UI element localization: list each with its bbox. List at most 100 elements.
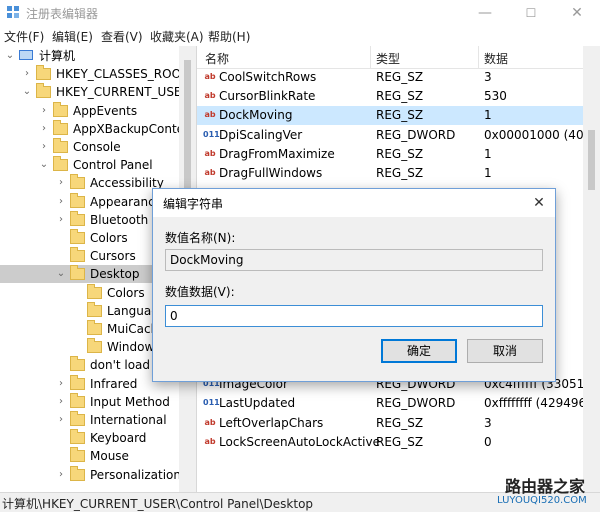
tree-node-label: Infrared — [90, 376, 138, 391]
tree-node[interactable]: › AppXBackupConter — [0, 119, 189, 138]
tree-node[interactable]: › HKEY_CLASSES_ROOT — [0, 65, 188, 83]
column-name-header[interactable]: 名称 — [205, 50, 229, 67]
tree-node-label: HKEY_CLASSES_ROOT — [56, 67, 189, 82]
column-divider[interactable] — [478, 46, 479, 68]
folder-icon — [70, 265, 85, 281]
tree-node[interactable]: Mouse — [0, 447, 179, 465]
value-name: LockScreenAutoLockActive — [219, 434, 380, 449]
column-data-header[interactable]: 数据 — [484, 50, 508, 67]
value-row[interactable]: ab DragFullWindows REG_SZ 1 — [197, 164, 583, 183]
value-type: REG_SZ — [376, 70, 424, 84]
string-value-icon: ab — [204, 110, 216, 120]
minimize-button[interactable]: — — [462, 0, 508, 26]
edit-string-dialog: 编辑字符串 ✕ 数值名称(N): DockMoving 数值数据(V): 0 确… — [152, 188, 556, 382]
column-divider[interactable] — [370, 46, 371, 68]
value-data: 0 — [484, 434, 492, 449]
tree-node[interactable]: ⌄ HKEY_CURRENT_USER — [0, 83, 190, 101]
tree-node-label: don't load — [90, 358, 151, 373]
list-scroll-thumb[interactable] — [588, 130, 595, 190]
value-name: LastUpdated — [219, 396, 296, 411]
tree-node[interactable]: › Input Method — [0, 392, 179, 411]
value-name: CursorBlinkRate — [219, 89, 316, 104]
tree-node-label: AppXBackupConter — [73, 121, 189, 136]
string-value-icon: ab — [204, 148, 216, 158]
folder-icon — [70, 229, 85, 244]
menu-help[interactable]: 帮助(H) — [208, 28, 250, 45]
dialog-body: 数值名称(N): DockMoving 数值数据(V): 0 确定 取消 — [153, 217, 555, 381]
value-data-input[interactable]: 0 — [165, 305, 543, 327]
tree-node-label: Cursors — [90, 249, 136, 264]
value-name: DpiScalingVer — [219, 127, 303, 142]
expand-chevron-icon[interactable]: › — [55, 211, 67, 229]
tree-node[interactable]: › Personalization — [0, 465, 181, 484]
list-scrollbar[interactable] — [583, 46, 600, 492]
expand-chevron-icon[interactable]: › — [55, 375, 67, 393]
tree-node-label: MuiCach — [107, 322, 159, 336]
tree-node-label: Console — [73, 140, 121, 154]
tree-node[interactable]: ⌄ Control Panel — [0, 156, 179, 174]
folder-icon — [70, 192, 85, 208]
maximize-button[interactable]: ☐ — [508, 0, 554, 26]
folder-icon — [70, 447, 85, 463]
menu-bar: 文件(F) 编辑(E) 查看(V) 收藏夹(A) 帮助(H) — [0, 26, 600, 46]
value-row[interactable]: ab CoolSwitchRows REG_SZ 3 — [197, 68, 583, 87]
value-data: 3 — [484, 70, 492, 84]
value-row[interactable]: 011DpiScalingVer REG_DWORD 0x00001000 (409… — [197, 126, 583, 145]
value-row[interactable]: ab CursorBlinkRate REG_SZ 530 — [197, 87, 583, 106]
value-type: REG_SZ — [376, 415, 424, 430]
menu-edit[interactable]: 编辑(E) — [52, 28, 93, 45]
value-row[interactable]: ab LockScreenAutoLockActive REG_SZ 0 — [197, 433, 583, 452]
expand-chevron-icon[interactable]: › — [55, 174, 67, 192]
folder-icon — [70, 465, 85, 481]
expand-chevron-icon[interactable]: › — [38, 138, 50, 156]
watermark-url: LUYOUQI520.COM — [497, 495, 587, 506]
tree-node[interactable]: › AppEvents — [0, 101, 179, 120]
expand-chevron-icon[interactable]: ⌄ — [55, 265, 67, 283]
value-type: REG_DWORD — [376, 127, 456, 142]
tree-node[interactable]: › International — [0, 411, 179, 429]
value-row[interactable]: ab LeftOverlapChars REG_SZ 3 — [197, 414, 583, 433]
expand-chevron-icon[interactable]: ⌄ — [4, 47, 16, 65]
folder-icon — [87, 283, 102, 299]
folder-icon — [70, 392, 85, 408]
cancel-button[interactable]: 取消 — [467, 339, 543, 363]
expand-chevron-icon[interactable]: › — [55, 393, 67, 411]
folder-icon — [70, 429, 85, 445]
value-row[interactable]: ab DragFromMaximize REG_SZ 1 — [197, 145, 583, 164]
string-value-icon: ab — [204, 91, 216, 101]
expand-chevron-icon[interactable]: › — [55, 466, 67, 484]
folder-icon — [36, 65, 51, 81]
folder-icon — [53, 101, 68, 117]
menu-file[interactable]: 文件(F) — [4, 28, 44, 45]
computer-icon — [19, 50, 33, 60]
menu-view[interactable]: 查看(V) — [101, 28, 143, 45]
string-value-icon: ab — [204, 168, 216, 177]
tree-node[interactable]: ⌄ 计算机 — [0, 47, 179, 65]
value-name-field: DockMoving — [165, 249, 543, 271]
close-window-button[interactable]: ✕ — [554, 0, 600, 26]
value-data: 0x00001000 (4096) — [484, 127, 583, 142]
expand-chevron-icon[interactable]: › — [21, 65, 33, 83]
menu-favorites[interactable]: 收藏夹(A) — [150, 28, 204, 45]
ok-button[interactable]: 确定 — [381, 339, 457, 363]
dialog-close-button[interactable]: ✕ — [529, 193, 549, 213]
tree-node[interactable]: Keyboard — [0, 429, 179, 447]
value-data: 1 — [484, 146, 492, 161]
expand-chevron-icon[interactable]: ⌄ — [21, 83, 33, 101]
value-row[interactable]: ab DockMoving REG_SZ 1 — [197, 106, 583, 126]
expand-chevron-icon[interactable]: › — [38, 120, 50, 138]
column-type-header[interactable]: 类型 — [376, 50, 400, 67]
watermark-text: 路由器之家 — [505, 477, 586, 496]
binary-value-icon: 011 — [203, 129, 220, 139]
regedit-icon — [7, 6, 19, 18]
value-row[interactable]: 011 LastUpdated REG_DWORD 0xffffffff (42949… — [197, 394, 583, 413]
tree-node[interactable]: › Console — [0, 138, 179, 156]
expand-chevron-icon[interactable]: › — [38, 102, 50, 120]
tree-node-label: AppEvents — [73, 103, 138, 118]
expand-chevron-icon[interactable]: ⌄ — [38, 156, 50, 174]
expand-chevron-icon[interactable]: › — [55, 411, 67, 429]
expand-chevron-icon[interactable]: › — [55, 193, 67, 211]
